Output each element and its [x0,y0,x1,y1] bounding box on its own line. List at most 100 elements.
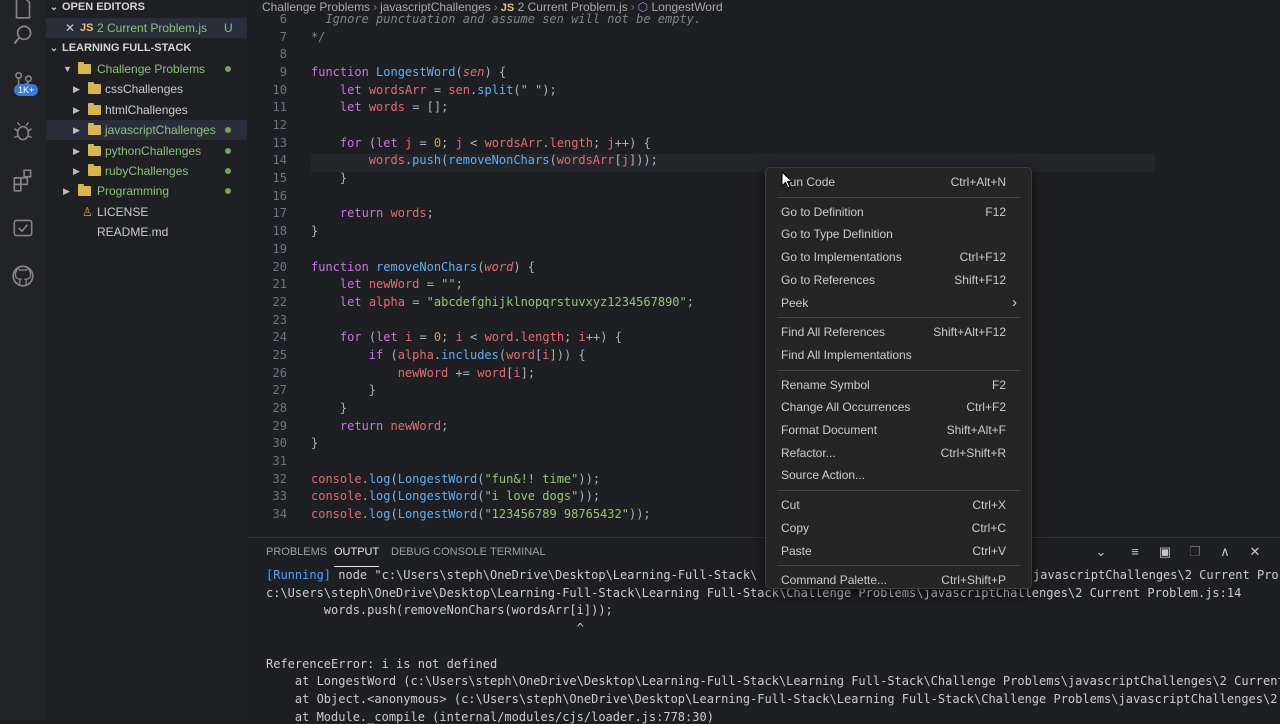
menu-item-peek[interactable]: Peek › [766,292,1031,314]
menu-item-label: Peek [781,295,809,310]
js-file-icon: JS [80,22,94,34]
chevron-down-icon[interactable]: ⌄ [1093,544,1109,560]
line-number: 29 [272,418,287,433]
line-number: 22 [272,294,287,309]
modified-dot [225,148,231,154]
menu-item-label: Rename Symbol [781,377,870,392]
menu-item-rename-symbol[interactable]: Rename Symbol F2 [766,374,1031,396]
menu-item-copy[interactable]: Copy Ctrl+C [766,517,1031,539]
explorer-sidebar: ⌄ OPEN EDITORS ✕ JS 2 Current Problem.js … [46,0,247,720]
github-icon[interactable] [0,256,46,296]
tree-item-readme[interactable]: README.md [46,222,247,242]
output-line: [Running] node "c:\Users\steph\OneDrive\… [266,568,757,582]
line-number: 24 [272,330,287,345]
folder-icon [88,144,101,156]
menu-item-shortcut: Ctrl+X [972,498,1006,513]
code-text: console.log(LongestWord("123456789 98765… [311,507,651,522]
maximize-icon[interactable]: ∧ [1217,544,1233,560]
line-number: 9 [279,65,287,80]
menu-item-shortcut: Shift+Alt+F12 [933,325,1006,340]
tree-item-css[interactable]: ▶ cssChallenges [46,79,247,99]
tree-item-challenge-problems[interactable]: ▼ Challenge Problems [46,59,247,79]
code-text: if (alpha.includes(word[i])) { [368,347,586,362]
tab-debug-console[interactable]: DEBUG CONSOLE [391,546,487,558]
code-editor[interactable]: Challenge Problems › javascriptChallenges ›… [247,0,1280,537]
menu-item-cut[interactable]: Cut Ctrl+X [766,494,1031,516]
modified-dot [225,66,231,72]
menu-item-shortcut: Ctrl+V [972,543,1006,558]
chevron-down-icon: ▼ [63,64,72,74]
chevron-right-icon: ▶ [63,186,70,196]
close-icon[interactable]: ✕ [65,18,75,38]
copy-icon[interactable]: ❐ [1187,544,1203,560]
tree-item-license[interactable]: ♙ LICENSE [46,202,247,222]
menu-item-find-all-references[interactable]: Find All References Shift+Alt+F12 [766,321,1031,343]
lock-icon[interactable]: ▣ [1157,544,1173,560]
tab-output[interactable]: OUTPUT [334,546,380,567]
output-line: ReferenceError: i is not defined [266,657,497,671]
tree-item-programming[interactable]: ▶ Programming [46,181,247,201]
code-text: } [339,400,348,415]
code-text: function LongestWord(sen) { [311,65,507,80]
output-line: at LongestWord (c:\Users\steph\OneDrive\… [266,674,1280,688]
close-panel-icon[interactable]: ✕ [1247,544,1263,560]
line-number: 18 [272,224,287,239]
menu-item-run-code[interactable]: Run Code Ctrl+Alt+N [766,171,1031,193]
tab-terminal[interactable]: TERMINAL [490,546,546,558]
tree-item-javascript[interactable]: ▶ javascriptChallenges [46,120,247,140]
open-editor-item[interactable]: ✕ JS 2 Current Problem.js U [46,18,247,38]
menu-item-label: Refactor... [781,445,836,460]
menu-item-change-all-occurrences[interactable]: Change All Occurrences Ctrl+F2 [766,396,1031,418]
untracked-status: U [224,21,233,35]
menu-item-command-palette[interactable]: Command Palette... Ctrl+Shift+P [766,569,1031,591]
menu-item-shortcut: Shift+Alt+F [946,423,1006,437]
menu-item-go-to-references[interactable]: Go to References Shift+F12 [766,269,1031,291]
menu-item-source-action[interactable]: Source Action... [766,464,1031,486]
menu-item-label: Go to Type Definition [781,227,893,242]
running-label: [Running] [266,568,332,582]
menu-item-shortcut: Shift+F12 [954,272,1006,287]
menu-item-go-to-type-definition[interactable]: Go to Type Definition [766,223,1031,245]
code-text: let newWord = ""; [339,277,463,292]
tree-item-python[interactable]: ▶ pythonChallenges [46,141,247,161]
folder-icon [88,164,101,176]
menu-item-shortcut: Ctrl+Alt+N [950,175,1006,189]
line-number: 17 [272,206,287,221]
menu-separator [777,490,1020,492]
code-text: console.log(LongestWord("i love dogs")); [311,489,601,504]
search-icon[interactable] [0,15,46,55]
menu-item-label: Find All References [781,325,886,340]
menu-item-refactor[interactable]: Refactor... Ctrl+Shift+R [766,442,1031,464]
code-text: } [339,171,348,186]
tree-item-html[interactable]: ▶ htmlChallenges [46,100,247,120]
line-number: 25 [272,347,287,362]
clear-output-icon[interactable]: ≡ [1127,544,1143,560]
menu-item-go-to-definition[interactable]: Go to Definition F12 [766,201,1031,223]
tree-item-ruby[interactable]: ▶ rubyChallenges [46,161,247,181]
menu-item-find-all-implementations[interactable]: Find All Implementations [766,344,1031,366]
menu-item-go-to-implementations[interactable]: Go to Implementations Ctrl+F12 [766,246,1031,268]
tab-problems[interactable]: PROBLEMS [266,546,327,558]
source-control-icon[interactable] [0,62,46,102]
code-text: } [311,224,319,239]
bottom-panel: PROBLEMS OUTPUT DEBUG CONSOLE TERMINAL ⌄… [247,537,1280,724]
output-text: words.push(removeNonChars(wordsArr[i])); [266,603,613,618]
menu-item-label: Go to Definition [781,204,864,219]
line-number: 31 [272,454,287,468]
code-text: console.log(LongestWord("fun&!! time")); [311,471,601,486]
extensions-icon[interactable] [0,160,46,200]
chevron-right-icon: ▶ [73,105,80,115]
open-editors-header[interactable]: ⌄ OPEN EDITORS [46,0,145,17]
remote-icon[interactable] [0,208,46,248]
menu-item-paste[interactable]: Paste Ctrl+V [766,540,1031,562]
code-text: let wordsArr = sen.split(" "); [339,82,557,97]
chevron-right-icon: ▶ [73,125,80,135]
line-number: 26 [272,365,287,380]
chevron-right-icon: ▶ [73,146,80,156]
run-debug-icon[interactable] [0,112,46,152]
output-text: node "c:\Users\steph\OneDrive\Desktop\Le… [331,568,758,582]
menu-separator [777,317,1020,319]
menu-item-format-document[interactable]: Format Document Shift+Alt+F [766,419,1031,441]
menu-item-shortcut: F12 [985,204,1006,219]
workspace-header[interactable]: ⌄ LEARNING FULL-STACK [46,38,192,58]
